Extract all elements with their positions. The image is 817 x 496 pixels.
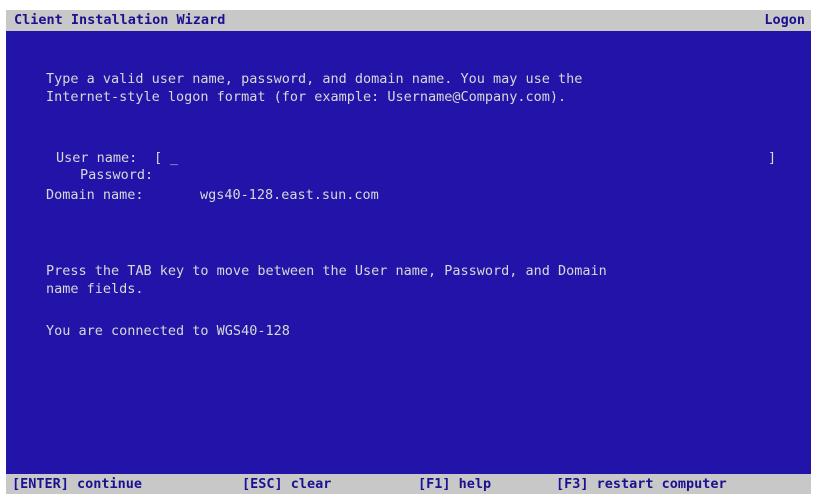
user-name-label: User name: bbox=[56, 150, 138, 166]
domain-name-label: Domain name: bbox=[46, 187, 144, 203]
password-label: Password: bbox=[80, 167, 154, 183]
screen-name: Logon bbox=[764, 12, 805, 28]
help-line-1: Press the TAB key to move between the Us… bbox=[46, 263, 607, 279]
wizard-title: Client Installation Wizard bbox=[14, 12, 226, 28]
title-bar: Client Installation Wizard Logon bbox=[6, 10, 811, 31]
user-name-close-bracket: ] bbox=[768, 150, 777, 166]
wizard-screen: Client Installation Wizard Logon Type a … bbox=[6, 10, 811, 494]
domain-name-field[interactable]: wgs40-128.east.sun.com bbox=[200, 187, 379, 203]
instruction-line-2: Internet-style logon format (for example… bbox=[46, 89, 567, 105]
continue-key[interactable]: [ENTER] continue bbox=[12, 476, 142, 492]
key-help-bar: [ENTER] continue [ESC] clear [F1] help [… bbox=[6, 474, 811, 494]
restart-computer-key[interactable]: [F3] restart computer bbox=[556, 476, 727, 492]
password-field[interactable] bbox=[170, 167, 760, 183]
help-line-2: name fields. bbox=[46, 281, 144, 297]
connection-status: You are connected to WGS40-128 bbox=[46, 323, 290, 339]
instruction-line-1: Type a valid user name, password, and do… bbox=[46, 71, 583, 87]
help-key[interactable]: [F1] help bbox=[418, 476, 491, 492]
user-name-open-bracket: [ bbox=[154, 150, 163, 166]
clear-key[interactable]: [ESC] clear bbox=[242, 476, 331, 492]
user-name-field[interactable]: _ bbox=[170, 150, 178, 166]
